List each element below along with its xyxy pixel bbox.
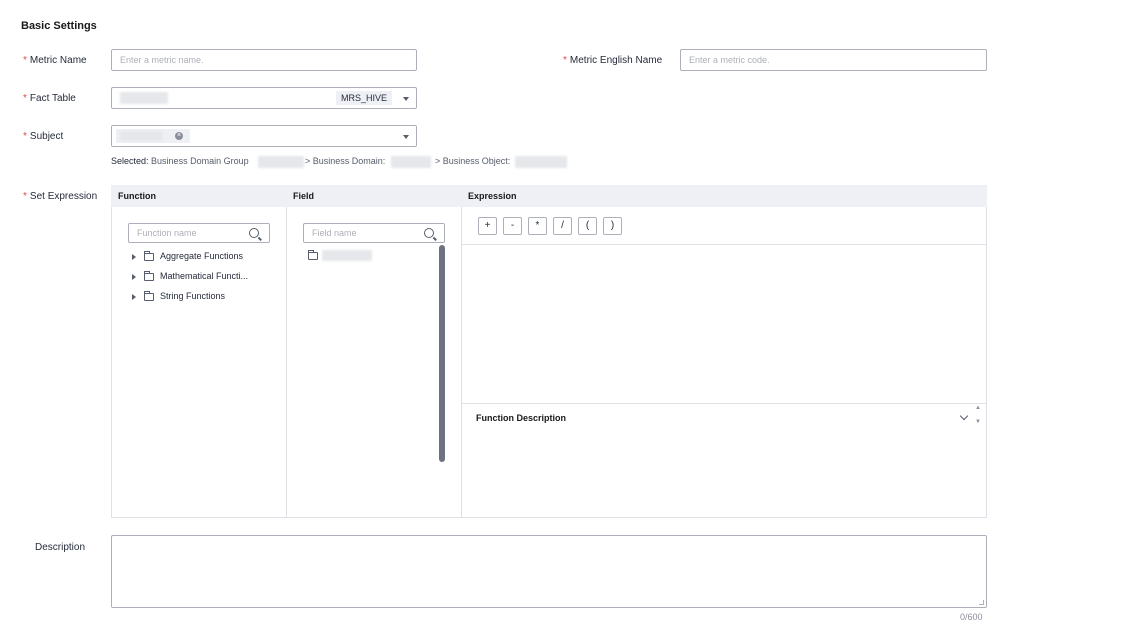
function-search-placeholder: Function name xyxy=(137,228,197,238)
clear-icon[interactable]: × xyxy=(175,132,183,140)
expression-panel: + - * / ( ) Function Description ▲ ▼ xyxy=(461,207,987,518)
stepper-arrows-icon[interactable]: ▲ ▼ xyxy=(975,405,981,426)
description-char-counter: 0/600 xyxy=(960,612,983,622)
search-icon xyxy=(249,228,259,238)
chevron-down-icon xyxy=(403,97,409,101)
multiply-button[interactable]: * xyxy=(528,217,547,235)
tree-item-string-functions[interactable]: String Functions xyxy=(132,286,248,306)
folder-icon xyxy=(144,270,154,281)
function-column-header: Function xyxy=(111,185,286,207)
resize-handle-icon[interactable] xyxy=(979,600,984,605)
tree-item-aggregate-functions[interactable]: Aggregate Functions xyxy=(132,246,248,266)
right-paren-button[interactable]: ) xyxy=(603,217,622,235)
required-marker: * xyxy=(23,191,27,202)
expression-editor[interactable] xyxy=(462,245,986,403)
expand-triangle-icon[interactable] xyxy=(132,273,136,280)
expression-column-header: Expression xyxy=(461,185,987,207)
function-tree: Aggregate Functions Mathematical Functi.… xyxy=(132,246,248,306)
subject-chip-redacted xyxy=(120,131,162,141)
description-label: Description xyxy=(35,542,86,553)
business-domain-redacted xyxy=(391,156,431,168)
field-name-redacted xyxy=(322,250,372,261)
metric-english-name-label: * Metric English Name xyxy=(563,55,663,66)
set-expression-label: * Set Expression xyxy=(23,191,98,202)
field-panel: Field name xyxy=(286,207,462,518)
description-textarea[interactable] xyxy=(111,535,987,608)
required-marker: * xyxy=(23,131,27,142)
tree-item-mathematical-functions[interactable]: Mathematical Functi... xyxy=(132,266,248,286)
fact-table-label: * Fact Table xyxy=(23,93,76,104)
fact-table-source-tag: MRS_HIVE xyxy=(336,91,393,105)
section-title: Basic Settings xyxy=(21,20,97,32)
divide-button[interactable]: / xyxy=(553,217,572,235)
fact-table-select[interactable]: MRS_HIVE xyxy=(111,87,417,109)
expand-triangle-icon[interactable] xyxy=(132,253,136,260)
business-domain-label: > Business Domain: xyxy=(305,156,386,166)
folder-icon xyxy=(144,250,154,261)
subject-chip: × xyxy=(116,129,190,143)
business-object-label: > Business Object: xyxy=(435,156,511,166)
subject-label: * Subject xyxy=(23,131,64,142)
metric-name-label: * Metric Name xyxy=(23,55,87,66)
field-scrollbar[interactable] xyxy=(439,245,445,462)
chevron-down-icon[interactable] xyxy=(959,411,969,421)
required-marker: * xyxy=(23,55,27,66)
metric-name-input[interactable]: Enter a metric name. xyxy=(111,49,417,71)
function-search-input[interactable]: Function name xyxy=(128,223,270,243)
plus-button[interactable]: + xyxy=(478,217,497,235)
business-object-redacted xyxy=(515,156,567,168)
metric-english-name-input[interactable]: Enter a metric code. xyxy=(680,49,987,71)
business-domain-group-redacted xyxy=(258,156,304,168)
metric-english-name-placeholder: Enter a metric code. xyxy=(689,55,770,65)
folder-icon xyxy=(144,290,154,301)
required-marker: * xyxy=(563,55,567,66)
field-search-input[interactable]: Field name xyxy=(303,223,445,243)
field-search-placeholder: Field name xyxy=(312,228,357,238)
folder-icon xyxy=(308,250,318,261)
left-paren-button[interactable]: ( xyxy=(578,217,597,235)
search-icon xyxy=(424,228,434,238)
minus-button[interactable]: - xyxy=(503,217,522,235)
metric-name-placeholder: Enter a metric name. xyxy=(120,55,204,65)
expand-triangle-icon[interactable] xyxy=(132,293,136,300)
subject-select[interactable]: × xyxy=(111,125,417,147)
fact-table-value-redacted xyxy=(120,92,168,104)
function-panel: Function name Aggregate Functions Mathem… xyxy=(111,207,287,518)
required-marker: * xyxy=(23,93,27,104)
operator-toolbar: + - * / ( ) xyxy=(478,217,622,235)
function-description-title: Function Description xyxy=(476,413,566,423)
divider xyxy=(462,403,986,404)
subject-selected-path: Selected: Business Domain Group xyxy=(111,156,249,166)
chevron-down-icon xyxy=(403,135,409,139)
field-column-header: Field xyxy=(286,185,461,207)
